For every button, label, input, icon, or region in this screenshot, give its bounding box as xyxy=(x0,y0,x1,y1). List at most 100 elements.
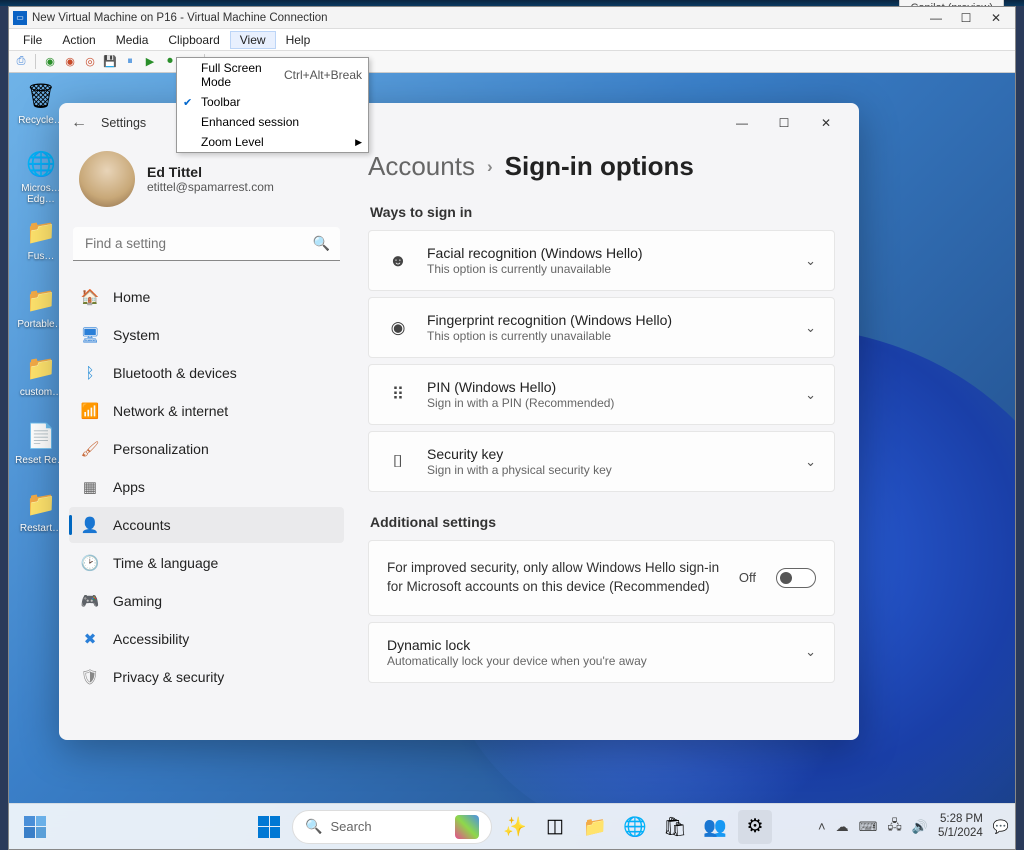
menu-file[interactable]: File xyxy=(13,31,52,49)
sidebar-item-time-language[interactable]: 🕑 Time & language xyxy=(69,545,344,581)
nav-label: System xyxy=(113,327,160,343)
tb-turnoff-icon[interactable]: ◉ xyxy=(62,54,78,70)
breadcrumb-accounts[interactable]: Accounts xyxy=(368,151,475,182)
volume-icon[interactable]: 🔊 xyxy=(912,819,928,835)
nav-label: Personalization xyxy=(113,441,209,457)
nav-label: Time & language xyxy=(113,555,218,571)
signin-desc: This option is currently unavailable xyxy=(427,329,787,343)
signin-option-row[interactable]: ☻ Facial recognition (Windows Hello)This … xyxy=(369,231,834,290)
search-icon[interactable]: 🔍 xyxy=(313,235,330,252)
menu-view[interactable]: View xyxy=(230,31,276,49)
sidebar-item-personalization[interactable]: 🖌Personalization xyxy=(69,431,344,467)
sidebar-item-privacy-security[interactable]: 🛡 Privacy & security xyxy=(69,659,344,695)
nav-icon: ᛒ xyxy=(81,364,99,382)
dd-zoom-label: Zoom Level xyxy=(201,135,264,149)
tb-ctrlaltdel-icon[interactable]: ⎙ xyxy=(13,54,29,70)
onedrive-icon[interactable]: ☁ xyxy=(836,819,849,835)
teams-icon[interactable]: 👥 xyxy=(698,810,732,844)
tb-pause-icon[interactable]: ⏸ xyxy=(122,54,138,70)
signin-option-row[interactable]: ⠿PIN (Windows Hello)Sign in with a PIN (… xyxy=(369,365,834,424)
settings-main: Accounts › Sign-in options Ways to sign … xyxy=(354,143,859,740)
windows-hello-only-toggle-row[interactable]: For improved security, only allow Window… xyxy=(369,541,834,615)
nav-label: Home xyxy=(113,289,150,305)
signin-icon: ⠿ xyxy=(387,385,409,405)
signin-icon: ⌷ xyxy=(387,452,409,472)
menu-help[interactable]: Help xyxy=(276,31,321,49)
hyperv-minimize-button[interactable]: — xyxy=(921,11,951,25)
signin-title: PIN (Windows Hello) xyxy=(427,379,787,395)
menu-action[interactable]: Action xyxy=(52,31,105,49)
sidebar-item-bluetooth-devices[interactable]: ᛒBluetooth & devices xyxy=(69,355,344,391)
hyperv-icon: ▭ xyxy=(13,11,27,25)
sidebar-item-gaming[interactable]: 🎮Gaming xyxy=(69,583,344,619)
nav-icon: 🛡 xyxy=(81,668,99,686)
store-icon[interactable]: 🛍 xyxy=(658,810,692,844)
menu-clipboard[interactable]: Clipboard xyxy=(158,31,229,49)
taskbar-clock[interactable]: 5:28 PM 5/1/2024 xyxy=(938,813,983,839)
sidebar-item-network-internet[interactable]: 📶 Network & internet xyxy=(69,393,344,429)
notifications-icon[interactable]: 💬 xyxy=(993,819,1009,835)
settings-maximize-button[interactable]: ☐ xyxy=(763,108,805,138)
settings-taskbar-icon[interactable]: ⚙ xyxy=(738,810,772,844)
signin-icon: ☻ xyxy=(387,251,409,271)
sidebar-item-apps[interactable]: ▦Apps xyxy=(69,469,344,505)
signin-option-row[interactable]: ⌷Security keySign in with a physical sec… xyxy=(369,432,834,491)
user-name: Ed Tittel xyxy=(147,164,274,180)
toggle-state: Off xyxy=(739,570,756,585)
dd-full-screen-shortcut: Ctrl+Alt+Break xyxy=(284,68,362,82)
task-view-icon[interactable]: ◫ xyxy=(538,810,572,844)
dynamic-lock-row[interactable]: Dynamic lock Automatically lock your dev… xyxy=(369,623,834,682)
back-button[interactable]: ← xyxy=(71,114,101,132)
chevron-down-icon: ⌄ xyxy=(805,644,816,660)
menu-media[interactable]: Media xyxy=(106,31,159,49)
section-ways-to-sign-in: Ways to sign in xyxy=(370,204,835,220)
user-profile[interactable]: Ed Tittel etittel@spamarrest.com xyxy=(69,143,344,223)
widgets-button[interactable] xyxy=(17,809,53,845)
signin-desc: This option is currently unavailable xyxy=(427,262,787,276)
system-tray[interactable]: ˄ ☁ ⌨ 🖧 🔊 5:28 PM 5/1/2024 💬 xyxy=(818,813,1009,839)
dd-full-screen[interactable]: Full Screen Mode Ctrl+Alt+Break xyxy=(177,58,368,92)
breadcrumb-sign-in-options: Sign-in options xyxy=(505,151,694,182)
sidebar-item-home[interactable]: 🏠Home xyxy=(69,279,344,315)
nav-icon: 🕑 xyxy=(81,554,99,572)
nav-label: Network & internet xyxy=(113,403,228,419)
settings-minimize-button[interactable]: — xyxy=(721,108,763,138)
signin-title: Security key xyxy=(427,446,787,462)
dd-enhanced[interactable]: Enhanced session xyxy=(177,112,368,132)
user-email: etittel@spamarrest.com xyxy=(147,180,274,194)
search-highlight-icon xyxy=(455,815,479,839)
chevron-down-icon: ⌄ xyxy=(805,253,816,269)
toggle-switch[interactable] xyxy=(776,568,816,588)
network-icon[interactable]: 🖧 xyxy=(887,816,902,838)
sidebar-item-accessibility[interactable]: ✖Accessibility xyxy=(69,621,344,657)
signin-title: Fingerprint recognition (Windows Hello) xyxy=(427,312,787,328)
sidebar-item-system[interactable]: 🖥 System xyxy=(69,317,344,353)
signin-option-row[interactable]: ◉Fingerprint recognition (Windows Hello)… xyxy=(369,298,834,357)
nav-label: Privacy & security xyxy=(113,669,224,685)
tray-chevron-icon[interactable]: ˄ xyxy=(818,819,826,834)
settings-search-input[interactable] xyxy=(73,227,340,261)
copilot-taskbar-icon[interactable]: ✨ xyxy=(498,810,532,844)
tb-start-icon[interactable]: ◉ xyxy=(42,54,58,70)
tb-shutdown-icon[interactable]: ◎ xyxy=(82,54,98,70)
hyperv-maximize-button[interactable]: ☐ xyxy=(951,11,981,25)
start-button[interactable] xyxy=(252,810,286,844)
hyperv-close-button[interactable]: ✕ xyxy=(981,11,1011,25)
signin-title: Facial recognition (Windows Hello) xyxy=(427,245,787,261)
nav-icon: ▦ xyxy=(81,478,99,496)
input-icon[interactable]: ⌨ xyxy=(859,819,878,835)
tb-save-icon[interactable]: 💾 xyxy=(102,54,118,70)
dd-toolbar[interactable]: ✔ Toolbar xyxy=(177,92,368,112)
sidebar-item-accounts[interactable]: 👤Accounts xyxy=(69,507,344,543)
chevron-down-icon: ⌄ xyxy=(805,387,816,403)
tb-reset-icon[interactable]: ▶ xyxy=(142,54,158,70)
edge-icon[interactable]: 🌐 xyxy=(618,810,652,844)
taskbar-search-text: Search xyxy=(330,819,447,834)
nav-icon: 📶 xyxy=(81,402,99,420)
taskbar-search[interactable]: 🔍 Search xyxy=(292,810,492,844)
nav-icon: 🖥 xyxy=(81,326,99,344)
chevron-right-icon: › xyxy=(487,157,493,177)
settings-close-button[interactable]: ✕ xyxy=(805,108,847,138)
file-explorer-icon[interactable]: 📁 xyxy=(578,810,612,844)
dd-zoom[interactable]: Zoom Level ▶ xyxy=(177,132,368,152)
